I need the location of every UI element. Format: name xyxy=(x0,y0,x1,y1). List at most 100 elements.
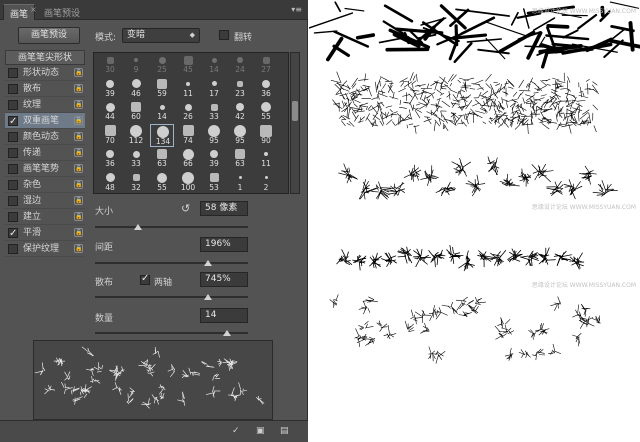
brush-option-checkbox[interactable] xyxy=(8,196,18,206)
mode-select[interactable]: 变暗 ◆ xyxy=(122,28,200,43)
brush-tip-cell[interactable]: 26 xyxy=(176,100,200,123)
brush-tip-cell[interactable]: 42 xyxy=(228,100,252,123)
brush-tip-cell[interactable]: 17 xyxy=(202,77,226,100)
brush-tip-cell[interactable]: 14 xyxy=(150,100,174,123)
brush-option-item[interactable]: 平滑 🔒 xyxy=(5,225,85,242)
brush-option-checkbox[interactable] xyxy=(8,226,18,242)
lock-icon[interactable]: 🔒 xyxy=(74,132,83,141)
size-input[interactable]: 58 像素 xyxy=(200,201,248,216)
brush-tip-cell[interactable]: 25 xyxy=(150,53,174,76)
brush-tip-cell[interactable]: 39 xyxy=(98,77,122,100)
brush-tip-cell[interactable]: 1 xyxy=(228,171,252,194)
brush-tip-cell[interactable]: 134 xyxy=(150,123,174,147)
count-slider-handle[interactable] xyxy=(222,330,231,336)
brush-option-checkbox[interactable] xyxy=(8,212,18,222)
brush-tip-cell[interactable]: 39 xyxy=(202,147,226,170)
lock-icon[interactable]: 🔒 xyxy=(74,180,83,189)
brush-tip-cell[interactable]: 24 xyxy=(228,53,252,76)
brush-tip-cell[interactable]: 46 xyxy=(124,77,148,100)
brush-tip-cell[interactable]: 36 xyxy=(98,147,122,170)
count-slider[interactable] xyxy=(95,330,248,336)
brush-tip-cell[interactable]: 55 xyxy=(150,171,174,194)
brush-tip-cell[interactable]: 23 xyxy=(228,77,252,100)
brush-tip-cell[interactable]: 45 xyxy=(176,53,200,76)
brush-tip-cell[interactable]: 74 xyxy=(176,124,200,147)
scrollbar-thumb[interactable] xyxy=(292,101,298,121)
brush-tip-cell[interactable]: 95 xyxy=(202,124,226,147)
brush-option-item[interactable]: 颜色动态 🔒 xyxy=(5,129,85,145)
brush-tip-cell[interactable]: 2 xyxy=(254,171,278,194)
lock-icon[interactable]: 🔒 xyxy=(74,244,83,253)
brush-tip-cell[interactable]: 55 xyxy=(254,100,278,123)
brush-tip-cell[interactable]: 30 xyxy=(98,53,122,76)
brush-option-checkbox[interactable] xyxy=(8,164,18,174)
brush-tip-cell[interactable]: 112 xyxy=(124,124,148,147)
tab-brush-presets[interactable]: 画笔预设 xyxy=(38,4,86,20)
brush-tip-cell[interactable]: 53 xyxy=(202,171,226,194)
brush-grid-scrollbar[interactable] xyxy=(290,52,300,194)
lock-icon[interactable]: 🔒 xyxy=(74,148,83,157)
brush-option-item[interactable]: 传递 🔒 xyxy=(5,145,85,161)
brush-option-checkbox[interactable] xyxy=(8,180,18,190)
scatter-input[interactable]: 745% xyxy=(200,272,248,287)
brush-tip-cell[interactable]: 63 xyxy=(228,147,252,170)
brush-tip-shape-item[interactable]: 画笔笔尖形状 xyxy=(5,50,85,65)
brush-option-checkbox[interactable] xyxy=(8,84,18,94)
lock-icon[interactable]: 🔒 xyxy=(74,164,83,173)
brush-option-checkbox[interactable] xyxy=(8,68,18,78)
spacing-slider[interactable] xyxy=(95,260,248,266)
brush-option-checkbox[interactable] xyxy=(8,100,18,110)
brush-grid-icon[interactable]: ▣ xyxy=(256,426,265,436)
brush-tip-cell[interactable]: 59 xyxy=(150,77,174,100)
brush-option-item[interactable]: 建立 🔒 xyxy=(5,209,85,225)
brush-tip-cell[interactable]: 95 xyxy=(228,124,252,147)
brush-tip-cell[interactable]: 33 xyxy=(124,147,148,170)
brush-tip-cell[interactable]: 70 xyxy=(98,124,122,147)
brush-tip-cell[interactable]: 9 xyxy=(124,53,148,76)
brush-option-checkbox[interactable] xyxy=(8,148,18,158)
close-icon[interactable]: × xyxy=(30,5,37,14)
brush-tip-cell[interactable]: 32 xyxy=(124,171,148,194)
lock-icon[interactable]: 🔒 xyxy=(74,68,83,77)
brush-option-checkbox[interactable] xyxy=(8,244,18,254)
lock-icon[interactable]: 🔒 xyxy=(74,100,83,109)
brush-tip-cell[interactable]: 27 xyxy=(254,53,278,76)
toggle-live-tip-icon[interactable]: ✓ xyxy=(232,426,240,436)
brush-option-item[interactable]: 画笔笔势 🔒 xyxy=(5,161,85,177)
brush-option-checkbox[interactable] xyxy=(8,114,18,130)
panel-menu-icon[interactable]: ▾≡ xyxy=(291,5,302,14)
brush-tip-cell[interactable]: 48 xyxy=(98,171,122,194)
spacing-input[interactable]: 196% xyxy=(200,237,248,252)
brush-tip-cell[interactable]: 44 xyxy=(98,100,122,123)
lock-icon[interactable]: 🔒 xyxy=(74,116,83,125)
size-slider[interactable] xyxy=(95,224,248,230)
spacing-slider-handle[interactable] xyxy=(204,260,213,266)
brush-tip-cell[interactable]: 63 xyxy=(150,147,174,170)
brush-option-item[interactable]: 散布 🔒 xyxy=(5,81,85,97)
brush-option-item[interactable]: 杂色 🔒 xyxy=(5,177,85,193)
brush-presets-button[interactable]: 画笔预设 xyxy=(18,27,80,44)
brush-option-item[interactable]: 保护纹理 🔒 xyxy=(5,241,85,257)
scatter-slider-handle[interactable] xyxy=(204,294,213,300)
brush-option-item[interactable]: 形状动态 🔒 xyxy=(5,65,85,81)
brush-option-item[interactable]: 纹理 🔒 xyxy=(5,97,85,113)
brush-tip-cell[interactable]: 66 xyxy=(176,147,200,170)
size-slider-handle[interactable] xyxy=(133,224,142,230)
brush-tip-cell[interactable]: 36 xyxy=(254,77,278,100)
lock-icon[interactable]: 🔒 xyxy=(74,84,83,93)
brush-tip-cell[interactable]: 33 xyxy=(202,100,226,123)
brush-tip-cell[interactable]: 11 xyxy=(254,147,278,170)
flip-checkbox[interactable] xyxy=(219,30,229,40)
both-axes-checkbox[interactable] xyxy=(140,273,150,285)
brush-tip-cell[interactable]: 11 xyxy=(176,77,200,100)
brush-tip-cell[interactable]: 100 xyxy=(176,171,200,194)
brush-option-item[interactable]: 双重画笔 🔒 xyxy=(5,113,85,130)
lock-icon[interactable]: 🔒 xyxy=(74,212,83,221)
brush-option-item[interactable]: 湿边 🔒 xyxy=(5,193,85,209)
brush-tip-cell[interactable]: 90 xyxy=(254,124,278,147)
brush-tip-cell[interactable]: 60 xyxy=(124,100,148,123)
count-input[interactable]: 14 xyxy=(200,308,248,323)
brush-tip-cell[interactable]: 14 xyxy=(202,53,226,76)
reset-size-icon[interactable]: ↺ xyxy=(181,202,190,215)
lock-icon[interactable]: 🔒 xyxy=(74,196,83,205)
